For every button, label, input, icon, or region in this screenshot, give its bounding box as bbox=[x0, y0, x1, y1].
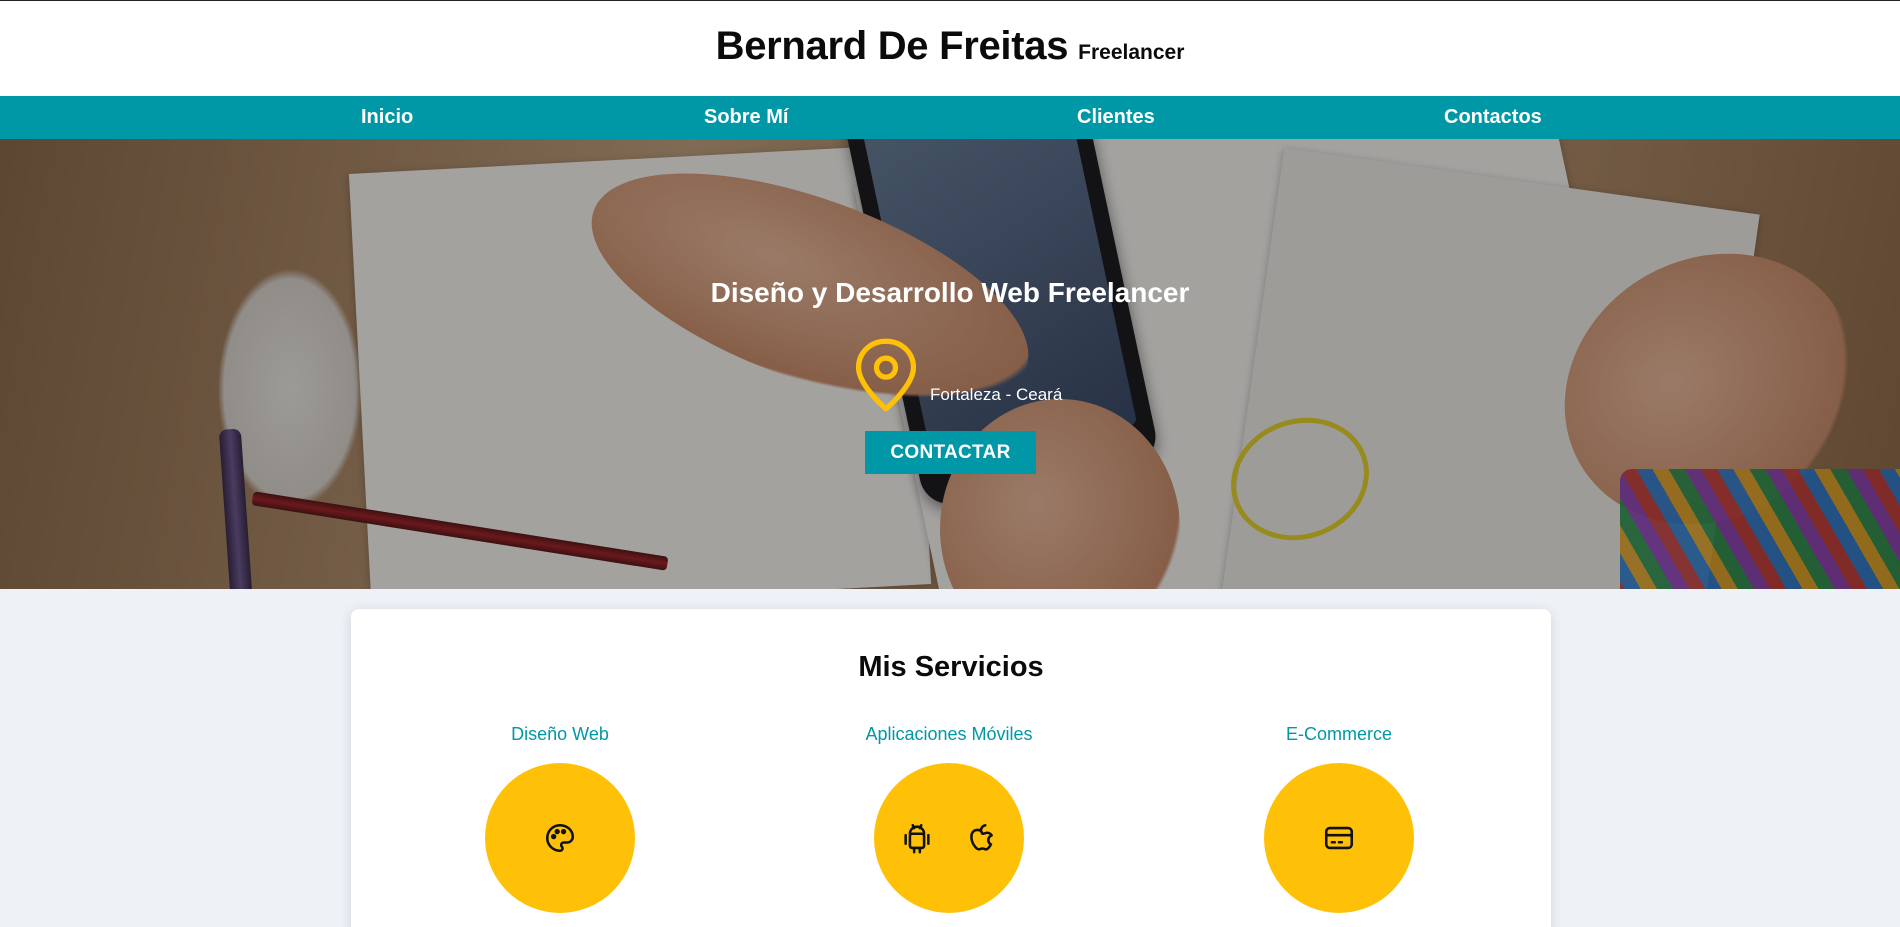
apple-icon bbox=[970, 823, 993, 851]
services-card: Mis Servicios Diseño Web Aplicaciones Mó… bbox=[351, 609, 1551, 927]
brand[interactable]: Bernard De Freitas Freelancer bbox=[716, 24, 1185, 69]
android-icon bbox=[904, 823, 930, 854]
brand-name: Bernard De Freitas bbox=[715, 24, 1069, 68]
site-header: Bernard De Freitas Freelancer bbox=[0, 1, 1900, 96]
hero-banner: Diseño y Desarrollo Web Freelancer Forta… bbox=[0, 139, 1900, 589]
service-circle bbox=[485, 763, 635, 913]
service-ecommerce: E-Commerce bbox=[1189, 724, 1489, 913]
services-area: Mis Servicios Diseño Web Aplicaciones Mó… bbox=[0, 589, 1900, 927]
service-mobile-apps: Aplicaciones Móviles bbox=[799, 724, 1099, 913]
nav-item-contactos[interactable]: Contactos bbox=[1444, 106, 1542, 129]
hero-content: Diseño y Desarrollo Web Freelancer Forta… bbox=[0, 139, 1900, 589]
nav-item-sobre-mi[interactable]: Sobre Mí bbox=[704, 106, 788, 129]
hero-title: Diseño y Desarrollo Web Freelancer bbox=[710, 277, 1190, 308]
service-circle bbox=[1264, 763, 1414, 913]
location-text: Fortaleza - Ceará bbox=[930, 385, 1063, 404]
service-label[interactable]: E-Commerce bbox=[1189, 724, 1489, 745]
nav-item-inicio[interactable]: Inicio bbox=[361, 106, 413, 129]
services-title: Mis Servicios bbox=[858, 651, 1044, 683]
map-pin-icon bbox=[855, 338, 917, 412]
nav-item-clientes[interactable]: Clientes bbox=[1077, 106, 1155, 129]
service-web-design: Diseño Web bbox=[410, 724, 710, 913]
service-label[interactable]: Diseño Web bbox=[410, 724, 710, 745]
location: Fortaleza - Ceará bbox=[852, 337, 1062, 413]
palette-icon bbox=[545, 823, 575, 853]
service-label[interactable]: Aplicaciones Móviles bbox=[799, 724, 1099, 745]
main-nav: Inicio Sobre Mí Clientes Contactos bbox=[0, 96, 1900, 139]
brand-tagline: Freelancer bbox=[1078, 41, 1185, 64]
credit-card-icon bbox=[1324, 826, 1354, 850]
contact-button[interactable]: CONTACTAR bbox=[865, 431, 1036, 474]
service-circle bbox=[874, 763, 1024, 913]
